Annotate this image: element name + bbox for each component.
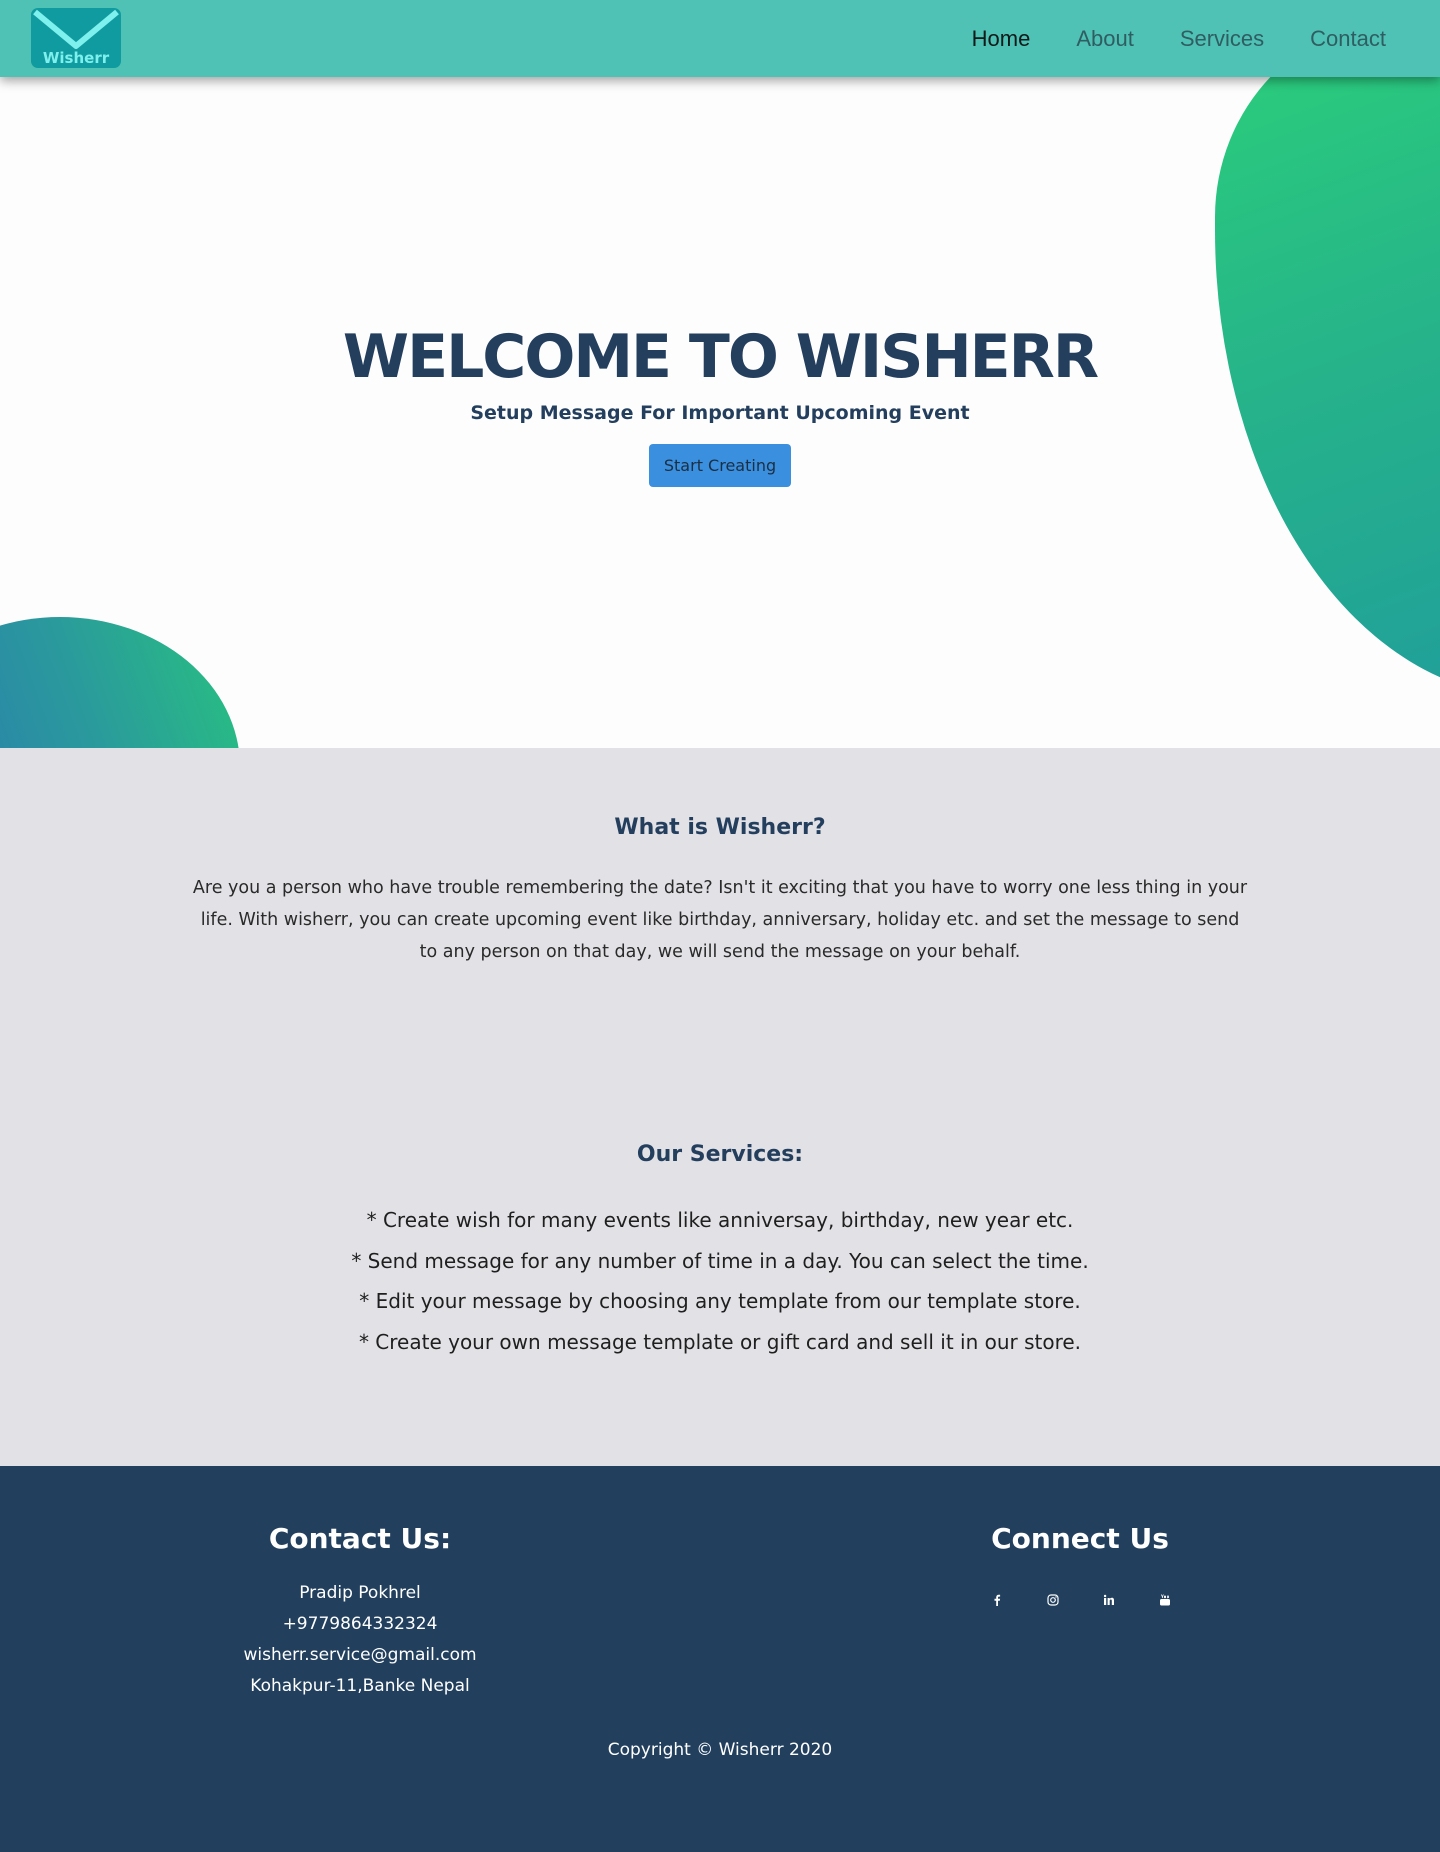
copyright: Copyright © Wisherr 2020 — [607, 1740, 833, 1760]
hero-section: WELCOME TO WISHERR Setup Message For Imp… — [0, 77, 1440, 748]
nav-contact[interactable]: Contact — [1310, 26, 1386, 52]
connect-title: Connect Us — [991, 1522, 1169, 1555]
service-item: * Create your own message template or gi… — [358, 1329, 1082, 1354]
contact-email: wisherr.service@gmail.com — [243, 1645, 477, 1665]
service-item: * Send message for any number of time in… — [351, 1248, 1089, 1273]
footer: Contact Us: Pradip Pokhrel +977986433232… — [0, 1466, 1440, 1852]
social-links — [985, 1588, 1209, 1612]
contact-title: Contact Us: — [268, 1522, 452, 1555]
contact-phone: +9779864332324 — [282, 1614, 438, 1634]
main-nav: Home About Services Contact — [926, 0, 1386, 77]
service-item: * Create wish for many events like anniv… — [366, 1208, 1074, 1232]
decorative-blob-left — [0, 617, 240, 748]
nav-home[interactable]: Home — [972, 26, 1031, 52]
contact-info: Pradip Pokhrel +9779864332324 wisherr.se… — [160, 1578, 560, 1702]
facebook-icon[interactable] — [985, 1588, 1009, 1612]
instagram-icon[interactable] — [1041, 1588, 1065, 1612]
services-title: Our Services: — [636, 1142, 804, 1167]
youtube-icon[interactable] — [1153, 1588, 1177, 1612]
nav-about[interactable]: About — [1076, 26, 1134, 52]
services-list: * Create wish for many events like anniv… — [0, 1200, 1440, 1362]
logo-text: Wisherr — [42, 49, 110, 67]
navbar: Wisherr Home About Services Contact — [0, 0, 1440, 77]
contact-name: Pradip Pokhrel — [299, 1583, 421, 1603]
about-title: What is Wisherr? — [614, 815, 826, 840]
logo[interactable]: Wisherr — [31, 8, 121, 68]
about-services-section: What is Wisherr? Are you a person who ha… — [0, 748, 1440, 1466]
service-item: * Edit your message by choosing any temp… — [359, 1289, 1081, 1313]
hero-subtitle: Setup Message For Important Upcoming Eve… — [470, 402, 970, 424]
start-creating-button[interactable]: Start Creating — [649, 444, 791, 487]
about-text: Are you a person who have trouble rememb… — [192, 878, 1248, 962]
linkedin-icon[interactable] — [1097, 1588, 1121, 1612]
nav-services[interactable]: Services — [1180, 26, 1264, 52]
contact-address: Kohakpur-11,Banke Nepal — [250, 1676, 470, 1696]
hero-title: WELCOME TO WISHERR — [342, 322, 1099, 392]
